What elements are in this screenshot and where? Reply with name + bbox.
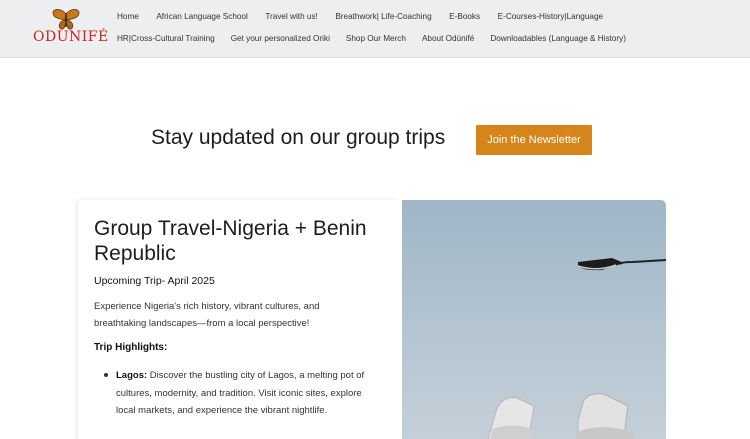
nav-row-1: Home African Language School Travel with… bbox=[117, 12, 621, 21]
nav-item-home[interactable]: Home bbox=[117, 12, 139, 21]
nav-item-about[interactable]: About Odúnifé bbox=[422, 34, 474, 43]
nav-item-hr-training[interactable]: HR|Cross-Cultural Training bbox=[117, 34, 215, 43]
join-newsletter-button[interactable]: Join the Newsletter bbox=[476, 125, 592, 155]
highlights-label: Trip Highlights: bbox=[94, 342, 168, 353]
nav-row-2: HR|Cross-Cultural Training Get your pers… bbox=[117, 34, 642, 43]
trip-card: Group Travel-Nigeria + Benin Republic Up… bbox=[78, 200, 402, 439]
trip-date: Upcoming Trip- April 2025 bbox=[94, 275, 215, 287]
nav-item-oriki[interactable]: Get your personalized Oriki bbox=[231, 34, 330, 43]
trip-photo bbox=[402, 200, 666, 439]
highlights-list: Lagos: Discover the bustling city of Lag… bbox=[104, 367, 366, 420]
trip-description: Experience Nigeria's rich history, vibra… bbox=[94, 301, 320, 329]
statues-photo bbox=[487, 258, 666, 439]
list-item: Lagos: Discover the bustling city of Lag… bbox=[116, 367, 366, 420]
nav-item-ecourses[interactable]: E-Courses-History|Language bbox=[498, 12, 603, 21]
bullet-icon bbox=[104, 373, 108, 377]
site-header: ODÚNIFÉ Home African Language School Tra… bbox=[0, 0, 750, 58]
list-item-place: Lagos: bbox=[116, 370, 148, 381]
nav-item-ebooks[interactable]: E-Books bbox=[449, 12, 480, 21]
trip-title: Group Travel-Nigeria + Benin Republic bbox=[94, 217, 367, 265]
newsletter-heading: Stay updated on our group trips bbox=[151, 126, 446, 149]
nav-item-downloadables[interactable]: Downloadables (Language & History) bbox=[490, 34, 626, 43]
nav-item-breathwork[interactable]: Breathwork| Life-Coaching bbox=[335, 12, 431, 21]
logo-text: ODÚNIFÉ bbox=[33, 29, 109, 45]
logo[interactable]: ODÚNIFÉ bbox=[33, 8, 109, 48]
nav-item-language-school[interactable]: African Language School bbox=[156, 12, 248, 21]
nav-item-merch[interactable]: Shop Our Merch bbox=[346, 34, 406, 43]
list-item-text: Discover the bustling city of Lagos, a m… bbox=[116, 370, 365, 416]
nav-item-travel[interactable]: Travel with us! bbox=[265, 12, 317, 21]
